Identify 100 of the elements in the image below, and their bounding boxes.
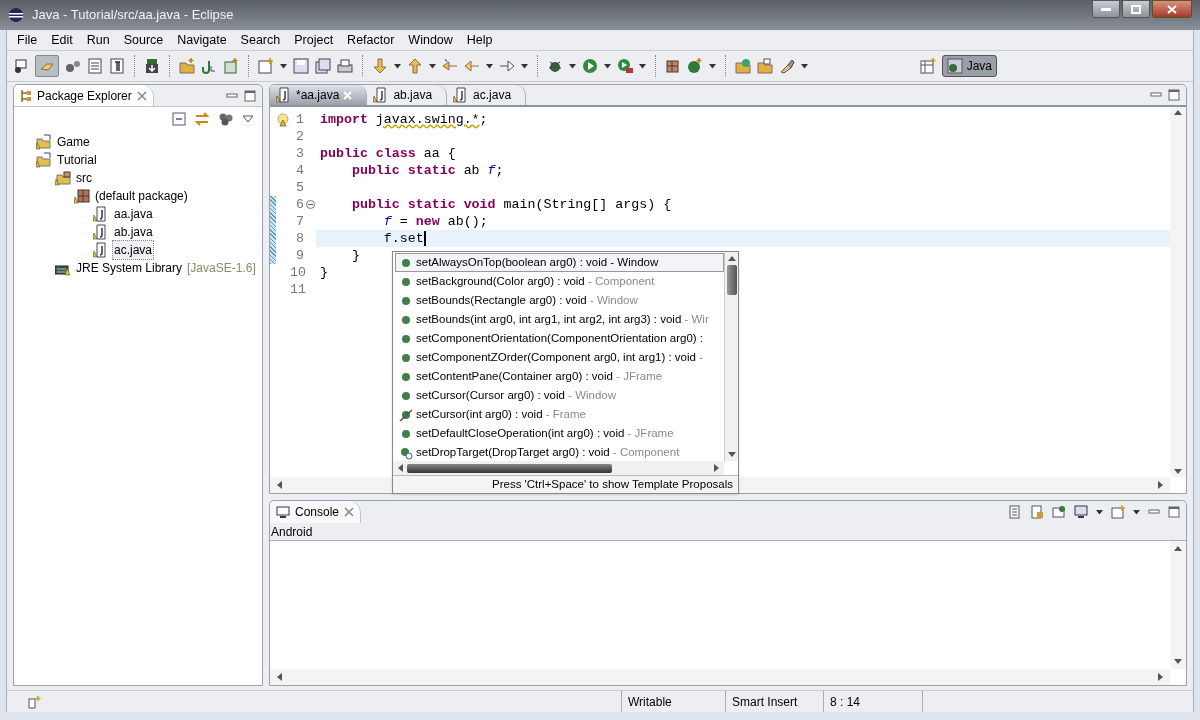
open-perspective-icon[interactable] [919, 58, 936, 74]
arrow-left-icon[interactable] [464, 58, 480, 74]
run-icon[interactable] [582, 58, 598, 74]
new-window-icon[interactable] [1111, 505, 1125, 519]
dropdown-icon[interactable] [429, 63, 436, 69]
tree-item[interactable]: (default package) [93, 186, 190, 206]
collapse-all-icon[interactable] [172, 112, 186, 126]
menu-item[interactable]: Run [86, 30, 110, 50]
proposal-item[interactable]: setContentPane(Container arg0) : void - JFrame [395, 367, 724, 386]
arrow-left-icon[interactable] [442, 58, 458, 74]
proposal-item[interactable]: setBackground(Color arg0) : void - Component [395, 272, 724, 291]
new-class-icon[interactable] [223, 58, 239, 74]
download-icon[interactable] [144, 58, 160, 74]
scroll-up-icon[interactable] [1174, 545, 1182, 551]
menu-item[interactable]: File [17, 30, 38, 50]
editor-tab[interactable]: *aa.java [270, 85, 368, 105]
proposal-item[interactable]: setAlwaysOnTop(boolean arg0) : void - Window [395, 253, 724, 272]
dropdown-icon[interactable] [1096, 509, 1103, 515]
menu-item[interactable]: Edit [51, 30, 73, 50]
minimize-button[interactable] [1092, 0, 1120, 18]
menu-item[interactable]: Window [408, 30, 453, 50]
tree-item[interactable]: Tutorial [55, 150, 99, 170]
save-all-icon[interactable] [315, 58, 331, 74]
scroll-right-icon[interactable] [1158, 481, 1164, 489]
run-tools-icon[interactable] [617, 58, 633, 74]
dropdown-icon[interactable] [521, 63, 528, 69]
maximize-button[interactable] [1122, 0, 1150, 18]
scroll-up-icon[interactable] [1174, 109, 1182, 115]
close-icon[interactable] [344, 507, 355, 517]
new-icon[interactable] [258, 58, 274, 74]
perspective-button[interactable]: Java [941, 55, 997, 77]
maximize-icon[interactable] [1168, 89, 1180, 101]
arrow-right-icon[interactable] [499, 58, 515, 74]
vertical-scrollbar[interactable] [724, 252, 738, 461]
scroll-left-icon[interactable] [397, 464, 403, 472]
link-arrows-icon[interactable] [194, 112, 210, 126]
open-type-icon[interactable] [735, 58, 751, 74]
scroll-up-icon[interactable] [727, 255, 736, 261]
maximize-icon[interactable] [1168, 506, 1180, 518]
scroll-down-icon[interactable] [1174, 659, 1182, 665]
brush-icon[interactable] [779, 58, 795, 74]
dropdown-icon[interactable] [1133, 509, 1140, 515]
dropdown-icon[interactable] [394, 63, 401, 69]
menu-item[interactable]: Search [240, 30, 281, 50]
junit-icon[interactable] [201, 58, 217, 74]
monitor-icon[interactable] [1074, 505, 1088, 519]
dropdown-icon[interactable] [280, 63, 287, 69]
proposal-item[interactable]: setCursor(Cursor arg0) : void - Window [395, 386, 724, 405]
scroll-left-icon[interactable] [276, 673, 282, 681]
scroll-right-icon[interactable] [1158, 673, 1164, 681]
menu-item[interactable]: Project [294, 30, 334, 50]
menu-item[interactable]: Refactor [347, 30, 395, 50]
horizontal-scrollbar[interactable] [393, 461, 724, 475]
tree-item[interactable]: Game [55, 132, 92, 152]
toggle-button[interactable] [35, 55, 59, 77]
menu-item[interactable]: Navigate [177, 30, 227, 50]
dropdown-icon[interactable] [486, 63, 493, 69]
vertical-scrollbar[interactable] [1170, 541, 1186, 669]
close-icon[interactable] [136, 90, 147, 101]
folder-icon[interactable] [179, 58, 195, 74]
fast-view-icon[interactable] [27, 694, 41, 709]
horizontal-scrollbar[interactable] [270, 669, 1170, 685]
proposal-item[interactable]: setBounds(Rectangle arg0) : void - Window [395, 291, 724, 310]
tree-item[interactable]: src [74, 168, 94, 188]
proposal-item[interactable]: setComponentOrientation(ComponentOrientation arg0) : [395, 329, 724, 348]
fold-icon[interactable] [305, 200, 315, 209]
scroll-right-icon[interactable] [714, 464, 720, 472]
filter-icon[interactable] [218, 112, 234, 126]
lock-icon[interactable] [1030, 505, 1044, 519]
scroll-thumb[interactable] [726, 265, 737, 295]
open-folder-icon[interactable] [757, 58, 773, 74]
proposal-item[interactable]: setDefaultCloseOperation(int arg0) : void - JFrame [395, 424, 724, 443]
view-menu-icon[interactable] [242, 115, 254, 123]
tree-item[interactable]: ac.java [112, 240, 155, 260]
print-icon[interactable] [337, 58, 353, 74]
proposal-item[interactable]: setComponentZOrder(Component arg0, int arg1) : void - [395, 348, 724, 367]
view-tab[interactable]: Console [270, 501, 362, 523]
monitor-icon[interactable] [13, 58, 29, 74]
menu-item[interactable]: Help [466, 30, 493, 50]
beans-icon[interactable] [65, 58, 81, 74]
scroll-left-icon[interactable] [276, 481, 282, 489]
package-icon[interactable] [665, 58, 681, 74]
scroll-thumb[interactable] [407, 463, 612, 473]
scroll-down-icon[interactable] [1174, 469, 1182, 475]
proposal-item[interactable]: setCursor(int arg0) : void - Frame [395, 405, 724, 424]
dropdown-icon[interactable] [709, 63, 716, 69]
tree-item[interactable]: JRE System Library [74, 258, 185, 278]
arrow-up-icon[interactable] [407, 58, 423, 74]
maximize-icon[interactable] [244, 89, 256, 102]
paragraph-icon[interactable] [109, 58, 125, 74]
dropdown-icon[interactable] [569, 63, 576, 69]
save-icon[interactable] [293, 58, 309, 74]
document-icon[interactable] [1008, 505, 1022, 519]
proposal-item[interactable]: setDropTarget(DropTarget arg0) : void - Component [395, 443, 724, 461]
view-tab[interactable]: Package Explorer [14, 85, 154, 106]
menu-item[interactable]: Source [123, 30, 164, 50]
dropdown-icon[interactable] [604, 63, 611, 69]
dropdown-icon[interactable] [801, 63, 808, 69]
pin-icon[interactable] [1052, 505, 1066, 519]
tree-item[interactable]: ab.java [112, 222, 155, 242]
